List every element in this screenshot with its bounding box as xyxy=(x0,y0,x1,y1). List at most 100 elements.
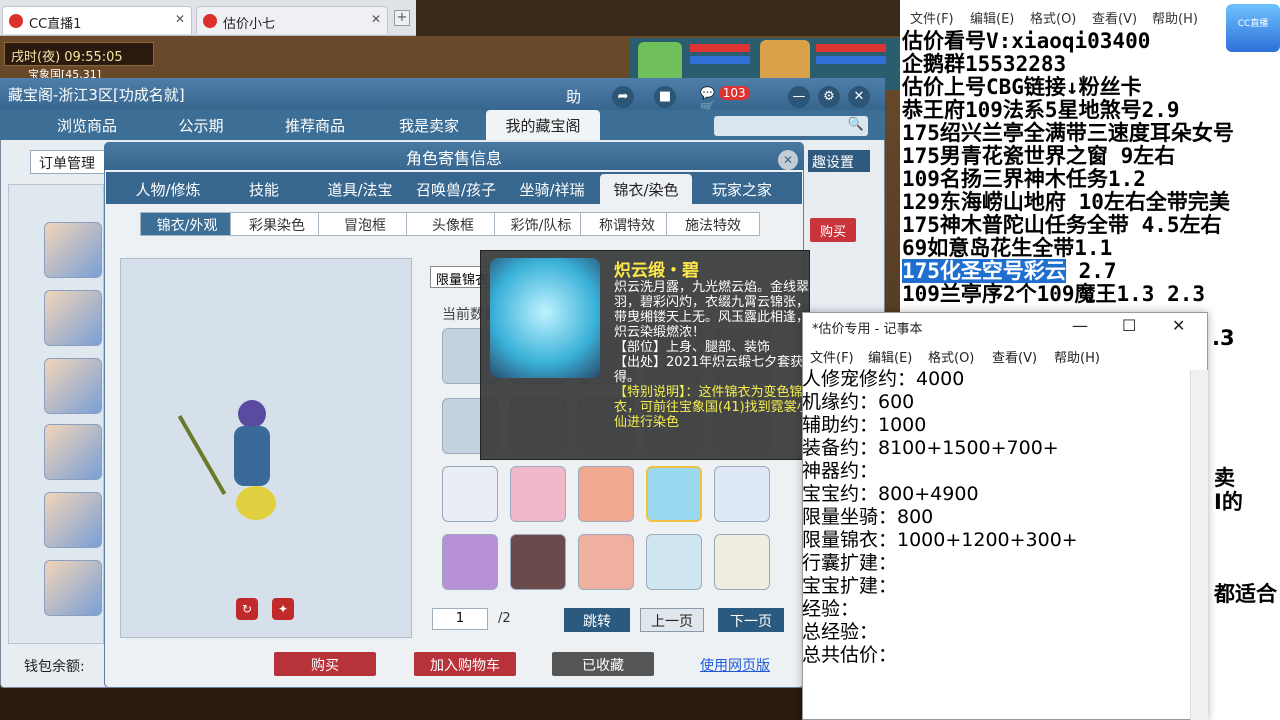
subtab-outfit[interactable]: 锦衣/外观 xyxy=(140,212,234,236)
menu-view[interactable]: 查看(V) xyxy=(992,347,1037,366)
add-cart-button[interactable]: 加入购物车 xyxy=(414,652,516,676)
help-button[interactable]: 助 xyxy=(566,86,581,107)
notepad-line[interactable]: 装备约：8100+1500+700+ xyxy=(802,437,1059,459)
notepad-line[interactable]: 机缘约：600 xyxy=(802,391,914,413)
dialog-title: 角色寄售信息 xyxy=(104,142,804,170)
web-version-link[interactable]: 使用网页版 xyxy=(700,655,770,675)
outfit-slot-selected[interactable] xyxy=(646,466,702,522)
gear-icon[interactable]: ⚙ xyxy=(818,86,840,108)
menu-format[interactable]: 格式(O) xyxy=(1030,8,1076,28)
new-tab-button[interactable]: + xyxy=(394,10,410,26)
outfit-slot[interactable] xyxy=(442,466,498,522)
outfit-slot[interactable] xyxy=(578,466,634,522)
tab-public[interactable]: 公示期 xyxy=(144,110,258,140)
scrollbar[interactable] xyxy=(1190,370,1208,720)
stop-icon[interactable]: ■ xyxy=(654,86,676,108)
outfit-slot[interactable] xyxy=(714,466,770,522)
rotate-icon[interactable]: ↻ xyxy=(236,598,258,620)
notepad-line[interactable]: 人修宠修约：4000 xyxy=(802,368,964,390)
notepad-line[interactable]: 总经验： xyxy=(802,621,878,643)
character-avatar[interactable] xyxy=(44,492,102,548)
tab-pets[interactable]: 召唤兽/孩子 xyxy=(410,174,502,204)
subtab-bubble[interactable]: 冒泡框 xyxy=(318,212,412,236)
search-icon[interactable]: 🔍 xyxy=(848,117,864,132)
subtab-avatar-frame[interactable]: 头像框 xyxy=(406,212,500,236)
notepad-line[interactable]: 行囊扩建： xyxy=(802,552,897,574)
note-line: 恭王府109法系5星地煞号2.9 xyxy=(902,98,1180,122)
tab-mounts[interactable]: 坐骑/祥瑞 xyxy=(506,174,598,204)
close-icon[interactable]: ✕ xyxy=(175,12,185,26)
notepad-line[interactable]: 神器约： xyxy=(802,460,878,482)
subtab-title-effect[interactable]: 称谓特效 xyxy=(580,212,674,236)
menu-format[interactable]: 格式(O) xyxy=(928,347,974,366)
outfit-slot[interactable] xyxy=(578,534,634,590)
notepad-line[interactable]: 总共估价： xyxy=(802,644,897,666)
menu-file[interactable]: 文件(F) xyxy=(810,347,854,366)
order-mgmt-button[interactable]: 订单管理 xyxy=(30,150,110,174)
note-line-selected: 175化圣空号彩云 2.7 xyxy=(902,259,1117,283)
minimize-icon[interactable]: — xyxy=(788,86,810,108)
tab-outfits[interactable]: 锦衣/染色 xyxy=(600,174,692,204)
notepad-line[interactable]: 宝宝扩建： xyxy=(802,575,897,597)
menu-help[interactable]: 帮助(H) xyxy=(1054,347,1100,366)
close-icon[interactable]: ✕ xyxy=(1172,316,1185,335)
tab-recommend[interactable]: 推荐商品 xyxy=(258,110,372,140)
cc-logo-icon xyxy=(9,14,23,28)
partial-text: I的 xyxy=(1214,490,1243,514)
subtab-cast-effect[interactable]: 施法特效 xyxy=(666,212,760,236)
favorite-settings-button[interactable]: 趣设置 xyxy=(808,150,870,172)
tab-my-cbg[interactable]: 我的藏宝阁 xyxy=(486,110,600,140)
notepad-line[interactable]: 辅助约：1000 xyxy=(802,414,926,436)
menu-file[interactable]: 文件(F) xyxy=(910,8,954,28)
cc-live-badge[interactable]: CC直播 xyxy=(1226,4,1280,52)
page-input[interactable]: 1 xyxy=(432,608,488,630)
character-avatar[interactable] xyxy=(44,222,102,278)
character-avatar[interactable] xyxy=(44,358,102,414)
character-avatar[interactable] xyxy=(44,560,102,616)
outfit-slot[interactable] xyxy=(714,534,770,590)
menu-edit[interactable]: 编辑(E) xyxy=(970,8,1014,28)
menu-help[interactable]: 帮助(H) xyxy=(1152,8,1198,28)
prev-page-button[interactable]: 上一页 xyxy=(640,608,704,632)
tab-skills[interactable]: 技能 xyxy=(218,174,310,204)
tab-items[interactable]: 道具/法宝 xyxy=(314,174,406,204)
close-icon[interactable]: ✕ xyxy=(778,150,798,170)
tab-character[interactable]: 人物/修炼 xyxy=(122,174,214,204)
character-avatar[interactable] xyxy=(44,424,102,480)
subtab-ornament[interactable]: 彩饰/队标 xyxy=(494,212,588,236)
tab-browse[interactable]: 浏览商品 xyxy=(30,110,144,140)
action-icon[interactable]: ✦ xyxy=(272,598,294,620)
close-icon[interactable]: ✕ xyxy=(371,12,381,26)
cart-button[interactable]: 💬 103 🛒 xyxy=(700,86,760,114)
browser-tab-1[interactable]: CC直播1 ✕ xyxy=(2,6,192,34)
outfit-slot[interactable] xyxy=(646,534,702,590)
outfit-slot[interactable] xyxy=(510,466,566,522)
side-buy-button[interactable]: 购买 xyxy=(810,218,856,242)
notepad-line[interactable]: 限量坐骑：800 xyxy=(802,506,933,528)
cart-count: 103 xyxy=(718,86,750,100)
browser-tab-2[interactable]: 估价小七 ✕ xyxy=(196,6,388,34)
menu-edit[interactable]: 编辑(E) xyxy=(868,347,912,366)
note-line: 109兰亭序2个109魔王1.3 2.3 xyxy=(902,282,1206,306)
next-page-button[interactable]: 下一页 xyxy=(718,608,784,632)
character-avatar[interactable] xyxy=(44,290,102,346)
notepad-line[interactable]: 宝宝约：800+4900 xyxy=(802,483,979,505)
menu-view[interactable]: 查看(V) xyxy=(1092,8,1137,28)
buy-button[interactable]: 购买 xyxy=(274,652,376,676)
notepad-line[interactable]: 经验： xyxy=(802,598,859,620)
share-icon[interactable]: ➦ xyxy=(612,86,634,108)
outfit-slot[interactable] xyxy=(442,534,498,590)
hp-bar xyxy=(690,44,750,52)
tab-seller[interactable]: 我是卖家 xyxy=(372,110,486,140)
collected-button[interactable]: 已收藏 xyxy=(552,652,654,676)
subtab-dye[interactable]: 彩果染色 xyxy=(230,212,324,236)
search-input[interactable]: 🔍 xyxy=(714,116,868,136)
jump-button[interactable]: 跳转 xyxy=(564,608,630,632)
mp-bar xyxy=(690,56,750,64)
maximize-icon[interactable]: ☐ xyxy=(1122,316,1136,335)
close-icon[interactable]: ✕ xyxy=(848,86,870,108)
tab-home[interactable]: 玩家之家 xyxy=(696,174,788,204)
minimize-icon[interactable]: — xyxy=(1072,316,1088,335)
outfit-slot[interactable] xyxy=(510,534,566,590)
notepad-line[interactable]: 限量锦衣：1000+1200+300+ xyxy=(802,529,1078,551)
